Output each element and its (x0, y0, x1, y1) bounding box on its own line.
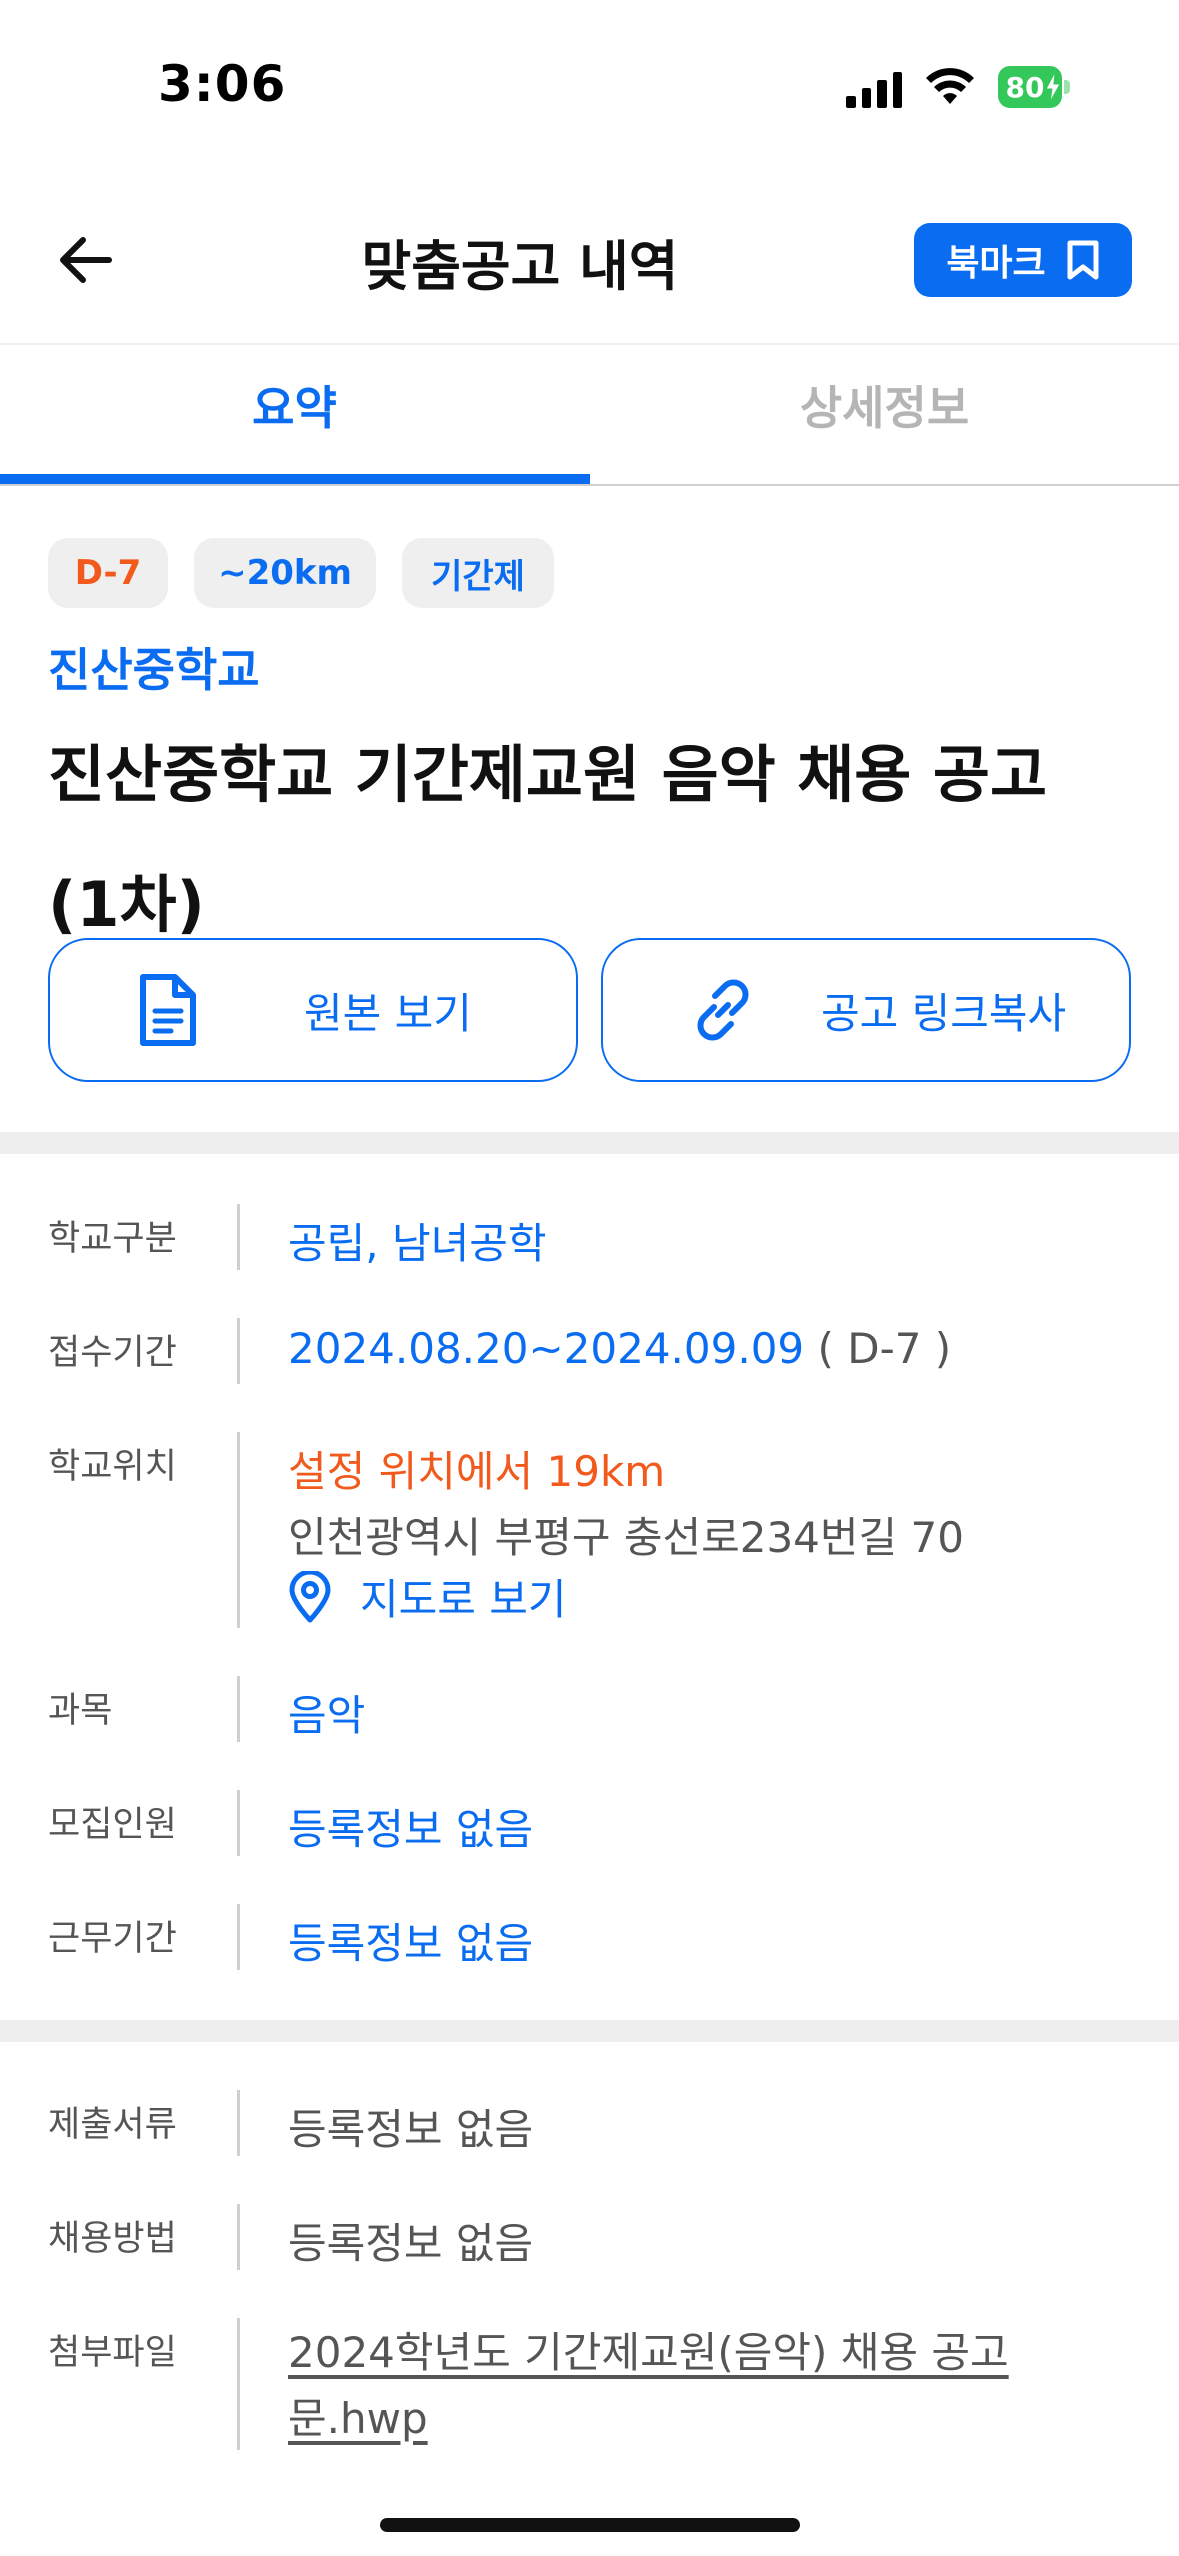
charging-bolt-icon (1045, 72, 1061, 102)
row-divider (237, 2204, 240, 2270)
row-divider (237, 1318, 240, 1384)
subject-label: 과목 (48, 1691, 113, 1731)
distance-chip: ~20km (194, 538, 376, 608)
documents-label: 제출서류 (48, 2105, 177, 2145)
school-name: 진산중학교 (48, 643, 260, 697)
tab-summary[interactable]: 요약 (0, 372, 589, 438)
method-value: 등록정보 없음 (288, 2219, 534, 2268)
location-label: 학교위치 (48, 1447, 177, 1487)
period-dates: 2024.08.20~2024.09.09 (288, 1324, 805, 1373)
attachment-link[interactable]: 2024학년도 기간제교원(음악) 채용 공고문.hwp (288, 2320, 1048, 2452)
page-title: 맞춤공고 내역 (361, 235, 679, 298)
bookmark-button[interactable]: 북마크 (914, 223, 1132, 297)
period-label: 접수기간 (48, 1333, 177, 1373)
copy-link-label: 공고 링크복사 (821, 988, 1067, 1038)
row-divider (237, 1204, 240, 1270)
home-indicator (380, 2518, 800, 2532)
section-divider (0, 1132, 1179, 1154)
battery-level: 80 (1005, 70, 1045, 104)
row-divider (237, 1904, 240, 1970)
copy-link-button[interactable]: 공고 링크복사 (601, 938, 1131, 1082)
header-divider (0, 343, 1179, 345)
view-original-button[interactable]: 원본 보기 (48, 938, 578, 1082)
row-divider (237, 1790, 240, 1856)
view-map-link[interactable]: 지도로 보기 (288, 1566, 567, 1627)
work-period-label: 근무기간 (48, 1919, 177, 1959)
work-period-value: 등록정보 없음 (288, 1919, 534, 1968)
location-distance: 설정 위치에서 19km (288, 1447, 666, 1496)
attachment-label: 첨부파일 (48, 2333, 177, 2373)
link-icon (697, 979, 749, 1041)
tab-divider (0, 484, 1179, 486)
view-map-label: 지도로 보기 (360, 1575, 567, 1624)
active-tab-indicator (0, 474, 590, 484)
row-divider (237, 2318, 240, 2450)
status-time: 3:06 (158, 55, 287, 113)
cellular-signal-icon (846, 68, 902, 108)
headcount-value: 등록정보 없음 (288, 1805, 534, 1854)
location-address: 인천광역시 부평구 충선로234번길 70 (288, 1513, 964, 1562)
section-divider (0, 2020, 1179, 2042)
method-label: 채용방법 (48, 2219, 177, 2259)
screen: 3:06 80 맞춤공고 내역 북마크 요약 상세정보 D-7 ~20km 기간… (0, 0, 1179, 2556)
headcount-label: 모집인원 (48, 1805, 177, 1845)
employment-type-chip: 기간제 (402, 538, 554, 608)
row-divider (237, 2090, 240, 2156)
period-dday: ( D-7 ) (804, 1324, 952, 1373)
bookmark-label: 북마크 (946, 243, 1046, 284)
wifi-icon (926, 68, 974, 104)
document-icon (140, 974, 196, 1046)
map-pin-icon (289, 1570, 331, 1622)
view-original-label: 원본 보기 (304, 988, 472, 1038)
subject-value: 음악 (288, 1691, 366, 1740)
posting-title: 진산중학교 기간제교원 음악 채용 공고(1차) (48, 738, 1047, 941)
row-divider (237, 1432, 240, 1628)
row-divider (237, 1676, 240, 1742)
school-type-label: 학교구분 (48, 1219, 177, 1259)
school-type-value: 공립, 남녀공학 (288, 1219, 547, 1268)
dday-chip: D-7 (48, 538, 168, 608)
tab-detail[interactable]: 상세정보 (590, 372, 1179, 438)
bookmark-icon (1067, 240, 1099, 280)
documents-value: 등록정보 없음 (288, 2105, 534, 2154)
battery-icon: 80 (998, 66, 1070, 108)
period-value: 2024.08.20~2024.09.09 ( D-7 ) (288, 1324, 951, 1373)
